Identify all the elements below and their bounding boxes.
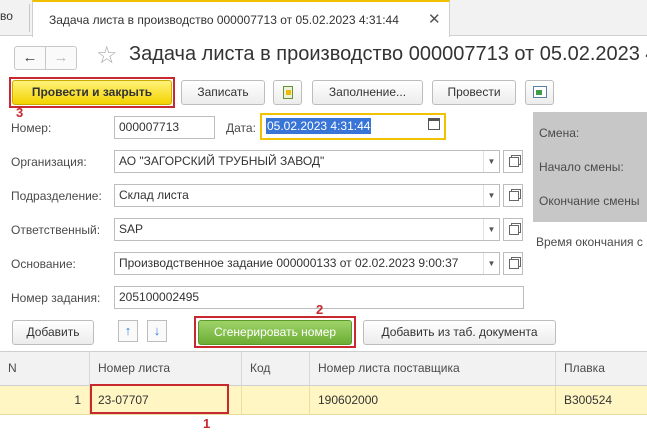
department-label: Подразделение: (11, 189, 102, 203)
dropdown-icon[interactable]: ▼ (483, 253, 499, 274)
arrow-left-icon: ← (22, 49, 38, 66)
arrow-down-icon: ↓ (153, 323, 161, 338)
tab-active[interactable]: Задача листа в производство 000007713 от… (32, 0, 450, 37)
add-button[interactable]: Добавить (12, 320, 94, 345)
move-down-button[interactable]: ↓ (147, 320, 167, 342)
basis-label: Основание: (11, 257, 76, 271)
organization-value: АО "ЗАГОРСКИЙ ТРУБНЫЙ ЗАВОД" (119, 154, 325, 168)
shift-start-label: Начало смены: (539, 160, 624, 174)
shift-end-label: Окончание смены (539, 194, 640, 208)
highlight-box-1 (90, 384, 229, 414)
dropdown-icon[interactable]: ▼ (483, 219, 499, 240)
open-department-button[interactable] (503, 184, 523, 207)
department-value: Склад листа (119, 188, 189, 202)
tab-active-label: Задача листа в производство 000007713 от… (49, 13, 399, 27)
document-icon (283, 86, 293, 99)
column-header-supplier-number[interactable]: Номер листа поставщика (310, 352, 556, 387)
number-field[interactable]: 000007713 (114, 116, 215, 139)
column-header-sheet-number[interactable]: Номер листа (90, 352, 242, 387)
date-value: 05.02.2023 4:31:44 (266, 118, 372, 134)
callout-2: 2 (316, 302, 324, 317)
organization-field[interactable]: АО "ЗАГОРСКИЙ ТРУБНЫЙ ЗАВОД" ▼ (114, 150, 500, 173)
page-title: Задача листа в производство 000007713 от… (129, 43, 647, 65)
responsible-label: Ответственный: (11, 223, 101, 237)
callout-3: 3 (16, 105, 24, 120)
end-time-label: Время окончания с (536, 235, 643, 249)
report-button[interactable] (525, 80, 554, 105)
back-button[interactable]: ← (14, 46, 46, 70)
report-icon (533, 86, 547, 98)
cell-n: 1 (0, 386, 90, 415)
tab-divider (29, 4, 30, 32)
date-label: Дата: (226, 121, 256, 135)
open-organization-button[interactable] (503, 150, 523, 173)
cell-supplier-number[interactable]: 190602000 (310, 386, 556, 415)
department-field[interactable]: Склад листа ▼ (114, 184, 500, 207)
cell-code[interactable] (242, 386, 310, 415)
arrow-up-icon: ↑ (124, 323, 132, 338)
tab-previous[interactable]: во (0, 9, 13, 23)
table-empty-area (0, 415, 647, 447)
dropdown-icon[interactable]: ▼ (483, 151, 499, 172)
dropdown-icon[interactable]: ▼ (483, 185, 499, 206)
responsible-field[interactable]: SAP ▼ (114, 218, 500, 241)
fill-button[interactable]: Заполнение... (312, 80, 423, 105)
column-header-code[interactable]: Код (242, 352, 310, 387)
callout-1-label: 1 (203, 416, 211, 431)
basis-value: Производственное задание 000000133 от 02… (119, 256, 459, 270)
doc-structure-button[interactable] (273, 80, 302, 105)
basis-field[interactable]: Производственное задание 000000133 от 02… (114, 252, 500, 275)
open-basis-button[interactable] (503, 252, 523, 275)
arrow-right-icon: → (53, 49, 69, 66)
cell-heat[interactable]: B300524 (556, 386, 647, 415)
move-up-button[interactable]: ↑ (118, 320, 138, 342)
highlight-box-3 (9, 77, 175, 108)
column-header-heat[interactable]: Плавка (556, 352, 647, 387)
close-icon[interactable]: ✕ (428, 10, 441, 28)
highlight-box-2 (194, 316, 356, 348)
responsible-value: SAP (119, 222, 144, 236)
tab-bar: во Задача листа в производство 000007713… (0, 0, 647, 37)
forward-button[interactable]: → (45, 46, 77, 70)
save-button[interactable]: Записать (181, 80, 265, 105)
column-header-n[interactable]: N (0, 352, 90, 387)
date-field[interactable]: 05.02.2023 4:31:44 (260, 113, 446, 140)
organization-label: Организация: (11, 155, 87, 169)
calendar-icon[interactable] (428, 118, 440, 130)
number-label: Номер: (11, 121, 52, 135)
task-number-label: Номер задания: (11, 291, 101, 305)
open-responsible-button[interactable] (503, 218, 523, 241)
post-button[interactable]: Провести (432, 80, 516, 105)
star-icon[interactable]: ☆ (96, 42, 118, 70)
table-header: N Номер листа Код Номер листа поставщика… (0, 351, 647, 387)
shift-label: Смена: (539, 126, 580, 140)
shift-panel: Смена: Начало смены: Окончание смены (533, 112, 647, 222)
add-from-doc-button[interactable]: Добавить из таб. документа (363, 320, 556, 345)
